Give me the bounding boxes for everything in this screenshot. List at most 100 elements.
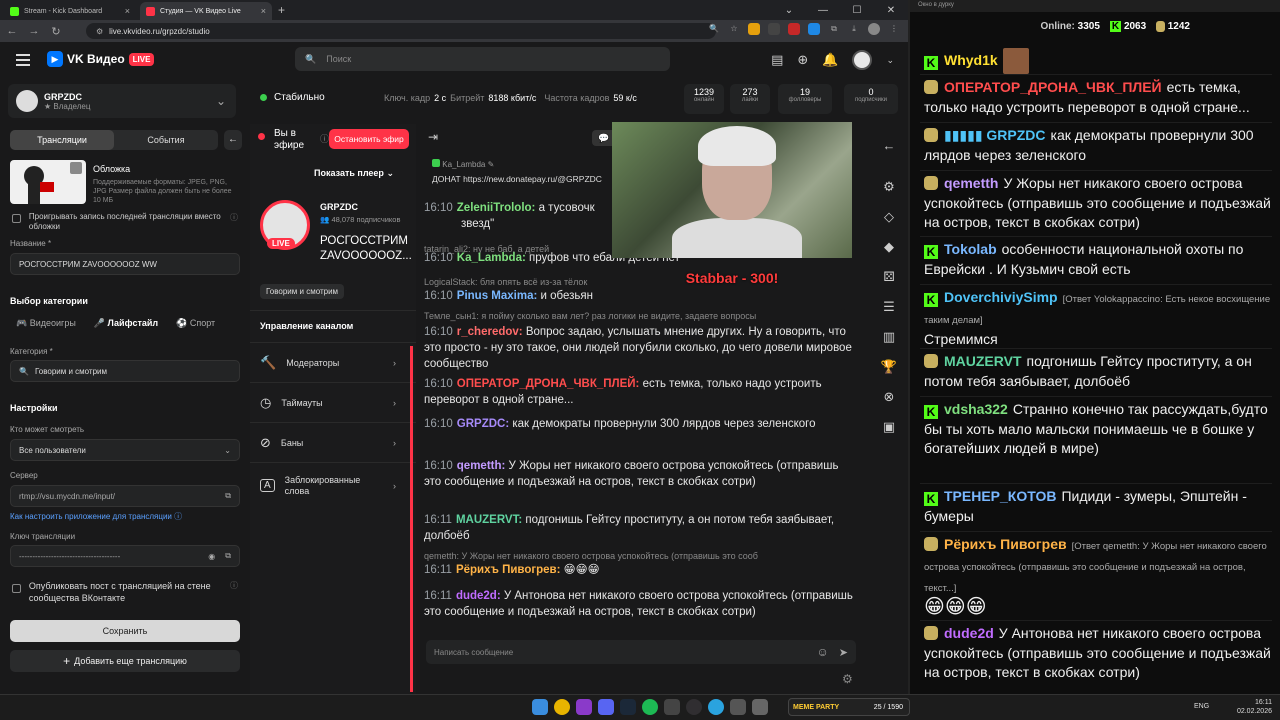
- tab-vk-studio[interactable]: Студия — VK Видео Live ×: [140, 2, 272, 20]
- hamburger-menu-icon[interactable]: [16, 54, 30, 69]
- title-input[interactable]: РОСГОССТРИМ ZAVOOOOOOZ WW: [10, 253, 240, 275]
- info-icon[interactable]: ⓘ: [320, 132, 329, 145]
- user-avatar[interactable]: [852, 50, 873, 70]
- edit-cover-icon[interactable]: [70, 162, 82, 174]
- extension-icon[interactable]: [788, 23, 800, 35]
- message-author[interactable]: qemetth:: [457, 460, 506, 472]
- message-author[interactable]: Ka_Lambda:: [457, 252, 526, 264]
- save-button[interactable]: Сохранить: [10, 620, 240, 642]
- close-tab-icon[interactable]: ×: [125, 6, 130, 16]
- send-icon[interactable]: ➤: [839, 646, 848, 659]
- bell-icon[interactable]: 🔔: [822, 52, 838, 68]
- message-author[interactable]: ОПЕРАТОР_ДРОНА_ЧВК_ПЛЕЙ:: [457, 378, 640, 390]
- message-author[interactable]: ZeleniiTrololo:: [457, 202, 536, 214]
- extension-icon[interactable]: [768, 23, 780, 35]
- app-icon[interactable]: [664, 699, 680, 715]
- howto-link[interactable]: Как настроить приложение для трансляции …: [10, 511, 182, 522]
- show-player-button[interactable]: Показать плеер ⌄: [314, 168, 394, 179]
- trophy-icon[interactable]: 🏆: [870, 359, 908, 375]
- close-tab-icon[interactable]: ×: [261, 6, 266, 16]
- obs-icon[interactable]: [686, 699, 702, 715]
- info-icon[interactable]: ⓘ: [230, 212, 238, 223]
- extension-icon[interactable]: [808, 23, 820, 35]
- message-author[interactable]: dude2d:: [456, 590, 501, 602]
- category-select[interactable]: 🔍 Говорим и смотрим: [10, 360, 240, 382]
- message-author[interactable]: Pinus Maxima:: [457, 290, 538, 302]
- cover-image[interactable]: [10, 160, 86, 204]
- channel-selector[interactable]: GRPZDC ★ Владелец ⌄: [8, 84, 236, 118]
- clip-icon[interactable]: ▣: [870, 419, 908, 435]
- category-lifestyle[interactable]: 🎤 Лайфстайл: [94, 318, 158, 329]
- zoom-icon[interactable]: 🔍: [708, 23, 720, 35]
- expand-chat-icon[interactable]: ⇥: [428, 130, 438, 144]
- discord-icon[interactable]: [598, 699, 614, 715]
- copy-icon[interactable]: ⧉: [225, 491, 231, 501]
- add-broadcast-button[interactable]: + Добавить еще трансляцию: [10, 650, 240, 672]
- category-games[interactable]: 🎮 Видеоигры: [16, 318, 76, 329]
- info-icon[interactable]: ⓘ: [230, 580, 238, 591]
- chat-input[interactable]: Написать сообщение ☺ ➤: [426, 640, 856, 664]
- steam-icon[interactable]: [620, 699, 636, 715]
- eye-icon[interactable]: ◉: [208, 552, 215, 561]
- loop-checkbox[interactable]: [12, 214, 21, 223]
- chevron-down-icon[interactable]: ⌄: [886, 55, 894, 66]
- settings-icon[interactable]: ⚙: [870, 179, 908, 195]
- publish-checkbox[interactable]: [12, 584, 21, 593]
- dice-icon[interactable]: ⚄: [870, 269, 908, 285]
- privacy-select[interactable]: Все пользователи ⌄: [10, 439, 240, 461]
- reload-icon[interactable]: ↻: [50, 25, 62, 38]
- app-icon[interactable]: [730, 699, 746, 715]
- extension-icon[interactable]: [748, 23, 760, 35]
- site-info-icon[interactable]: ⚙: [96, 27, 103, 36]
- app-icon[interactable]: [752, 699, 768, 715]
- category-sport[interactable]: ⚽ Спорт: [176, 318, 215, 329]
- diamond-icon[interactable]: ◆: [870, 239, 908, 255]
- gem-icon[interactable]: ◇: [870, 209, 908, 225]
- tab-events[interactable]: События: [114, 130, 218, 150]
- profile-icon[interactable]: [868, 23, 880, 35]
- tab-kick[interactable]: Stream - Kick Dashboard ×: [4, 2, 136, 20]
- download-icon[interactable]: ⤓: [848, 23, 860, 35]
- menu-blocked-words[interactable]: A Заблокированные слова ›: [250, 462, 416, 508]
- notifications-icon[interactable]: ▤: [771, 52, 783, 68]
- vk-video-logo[interactable]: ▶ VK Видео LIVE: [47, 51, 155, 67]
- new-tab-icon[interactable]: +: [278, 3, 285, 17]
- search-input[interactable]: 🔍 Поиск: [295, 47, 670, 71]
- chrome-icon[interactable]: [554, 699, 570, 715]
- spotify-icon[interactable]: [642, 699, 658, 715]
- menu-dots-icon[interactable]: ⋮: [888, 23, 900, 35]
- tab-search-icon[interactable]: ⌄: [772, 0, 806, 20]
- cancel-icon[interactable]: ⊗: [870, 389, 908, 405]
- menu-bans[interactable]: ⊘ Баны ›: [250, 422, 416, 462]
- message-author[interactable]: MAUZERVT:: [456, 514, 522, 526]
- back-icon[interactable]: ←: [6, 25, 18, 37]
- puzzle-icon[interactable]: ⧉: [828, 23, 840, 35]
- emoji-icon[interactable]: ☺: [817, 645, 829, 659]
- list-icon[interactable]: ☰: [870, 299, 908, 315]
- tab-broadcasts[interactable]: Трансляции: [10, 130, 114, 150]
- telegram-icon[interactable]: [708, 699, 724, 715]
- menu-timeouts[interactable]: ◷ Таймауты ›: [250, 382, 416, 422]
- forward-icon[interactable]: →: [28, 25, 40, 37]
- language-indicator[interactable]: ENG: [1194, 703, 1209, 710]
- close-window-icon[interactable]: ✕: [874, 0, 908, 20]
- message-author[interactable]: GRPZDC:: [457, 418, 509, 430]
- url-field[interactable]: ⚙ live.vkvideo.ru/grpzdc/studio: [86, 23, 716, 39]
- bookmark-star-icon[interactable]: ☆: [728, 23, 740, 35]
- message-author[interactable]: Рёрихъ Пивогрев:: [456, 564, 561, 576]
- start-icon[interactable]: [532, 699, 548, 715]
- collapse-button[interactable]: ←: [224, 130, 242, 150]
- minimize-icon[interactable]: —: [806, 0, 840, 20]
- stop-stream-button[interactable]: Остановить эфир: [329, 129, 409, 149]
- message-author[interactable]: r_cheredov:: [457, 326, 523, 338]
- menu-moderators[interactable]: 🔨 Модераторы ›: [250, 342, 416, 382]
- game-widget[interactable]: MEME PARTY 25 / 1590: [788, 698, 910, 716]
- chart-icon[interactable]: ▥: [870, 329, 908, 345]
- back-arrow-icon[interactable]: ←: [870, 138, 908, 153]
- copy-icon[interactable]: ⧉: [225, 551, 231, 561]
- add-icon[interactable]: ⊕: [797, 52, 808, 68]
- category-tag[interactable]: Говорим и смотрим: [260, 284, 345, 299]
- clock[interactable]: 16:11 02.02.2026: [1237, 698, 1272, 716]
- chat-settings-icon[interactable]: ⚙: [842, 672, 853, 686]
- maximize-icon[interactable]: ☐: [840, 0, 874, 20]
